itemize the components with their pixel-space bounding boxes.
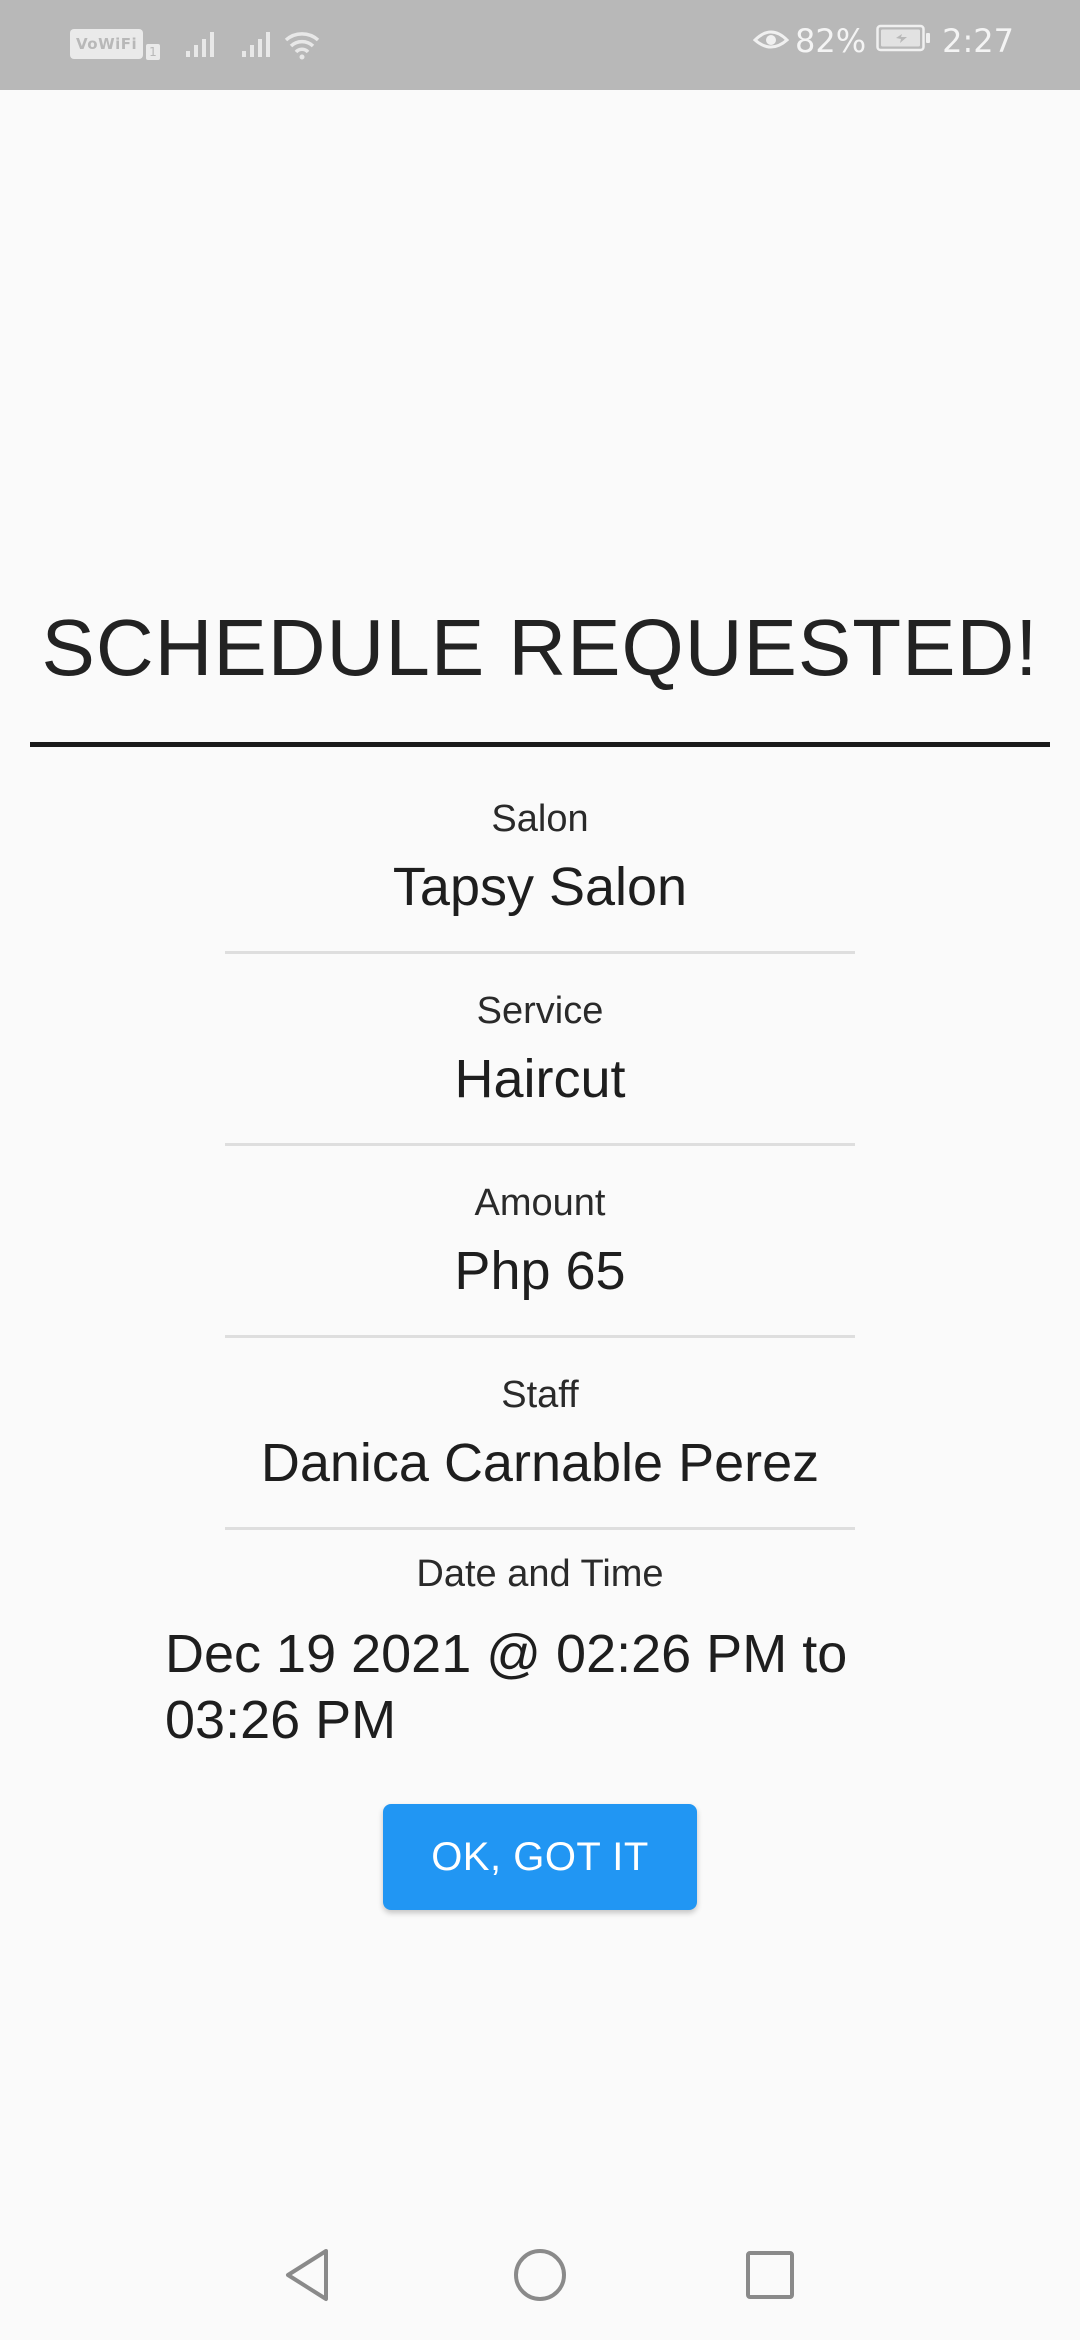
- status-right-icons: 82% 2:27: [752, 22, 1014, 60]
- confirmation-screen: SCHEDULE REQUESTED! Salon Tapsy Salon Se…: [0, 90, 1080, 2210]
- status-left-icons: VoWiFi 1: [70, 28, 322, 60]
- divider: [225, 1335, 855, 1338]
- staff-label: Staff: [501, 1374, 579, 1416]
- recents-icon[interactable]: [740, 2245, 800, 2305]
- staff-value: Danica Carnable Perez: [260, 1433, 820, 1493]
- back-icon[interactable]: [278, 2245, 338, 2305]
- divider: [225, 1143, 855, 1146]
- amount-field: Amount Php 65: [225, 1182, 855, 1338]
- signal-icon: [184, 29, 220, 59]
- service-field: Service Haircut: [225, 990, 855, 1146]
- wifi-icon: [282, 28, 322, 60]
- eye-comfort-icon: [752, 22, 790, 60]
- clock: 2:27: [942, 22, 1014, 60]
- signal-icon: [240, 29, 276, 59]
- datetime-label: Date and Time: [416, 1553, 664, 1595]
- battery-charging-icon: [876, 22, 932, 60]
- divider: [225, 1527, 855, 1530]
- salon-value: Tapsy Salon: [392, 857, 688, 917]
- salon-label: Salon: [491, 798, 589, 840]
- divider: [225, 951, 855, 954]
- title-divider: [30, 742, 1050, 747]
- vowifi-sim-badge: 1: [146, 44, 160, 60]
- ok-got-it-button[interactable]: OK, GOT IT: [383, 1804, 697, 1910]
- datetime-value: Dec 19 2021 @ 02:26 PM to 03:26 PM: [165, 1624, 848, 1750]
- status-bar: VoWiFi 1 82% 2:27: [0, 0, 1080, 90]
- staff-field: Staff Danica Carnable Perez: [225, 1374, 855, 1530]
- datetime-field: Date and Time Dec 19 2021 @ 02:26 PM to …: [0, 1553, 1080, 1750]
- service-value: Haircut: [454, 1049, 626, 1109]
- home-icon[interactable]: [510, 2245, 570, 2305]
- vowifi-icon: VoWiFi: [70, 29, 144, 59]
- service-label: Service: [476, 990, 604, 1032]
- page-title: SCHEDULE REQUESTED!: [41, 603, 1039, 692]
- salon-field: Salon Tapsy Salon: [225, 798, 855, 954]
- navigation-bar: [0, 2210, 1080, 2340]
- battery-percent: 82%: [795, 22, 867, 60]
- amount-label: Amount: [474, 1182, 606, 1224]
- amount-value: Php 65: [454, 1241, 626, 1301]
